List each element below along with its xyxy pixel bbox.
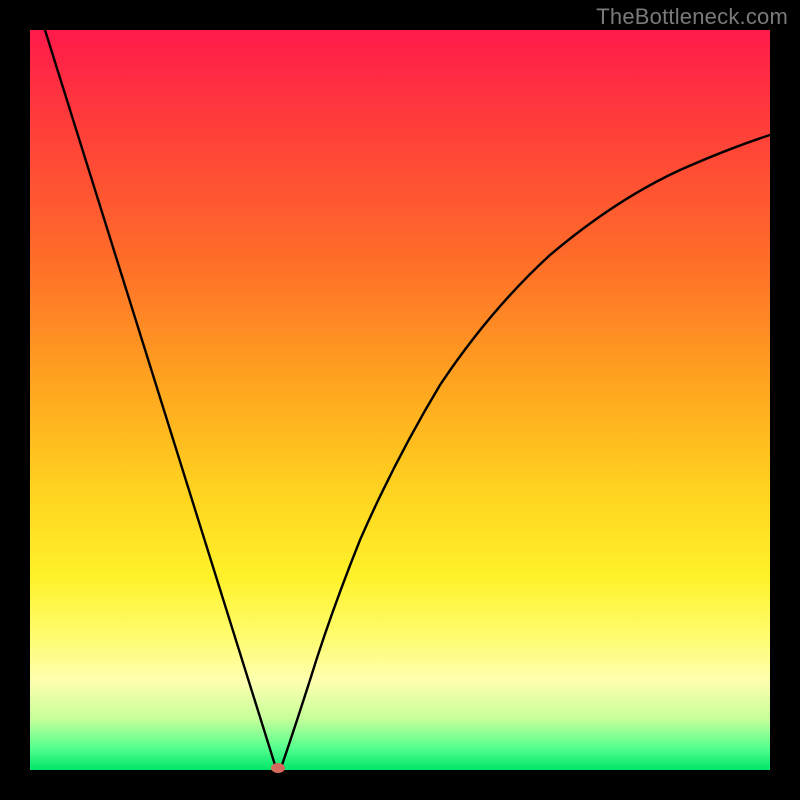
curve-right-branch	[278, 135, 770, 768]
watermark-text: TheBottleneck.com	[596, 4, 788, 30]
vertex-marker	[271, 763, 285, 773]
bottleneck-curve	[30, 30, 770, 770]
chart-frame: TheBottleneck.com	[0, 0, 800, 800]
curve-left-branch	[45, 30, 278, 768]
